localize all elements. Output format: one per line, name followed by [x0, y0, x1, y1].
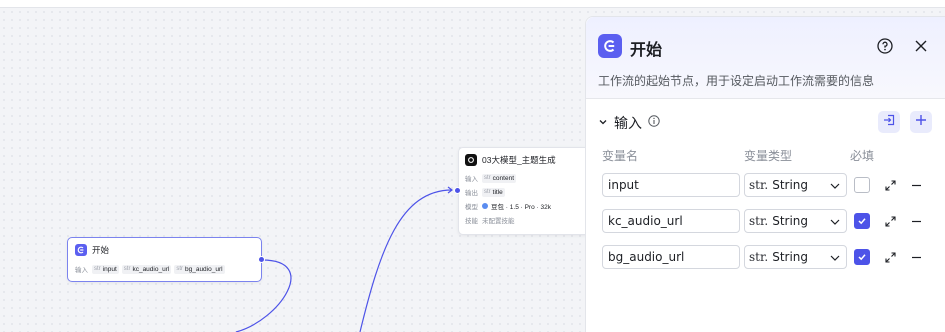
variable-name-input[interactable]: bg_audio_url — [602, 245, 740, 269]
column-header-name: 变量名 — [602, 149, 639, 163]
column-header-type: 变量类型 — [744, 149, 793, 163]
node-config-panel: 开始 工作流的起始节点，用于设定启动工作流需要的信息 输入 变量名 变量类型 必… — [585, 16, 945, 332]
variable-type-select[interactable]: str. String — [744, 173, 847, 197]
edge-to-llm — [359, 189, 453, 332]
required-checkbox[interactable] — [854, 177, 870, 193]
string-type-icon: str. — [749, 178, 769, 192]
string-type-icon: str. — [749, 250, 769, 264]
chevron-down-icon — [829, 252, 841, 267]
variable-type-select[interactable]: str. String — [744, 245, 847, 269]
chevron-down-icon — [829, 216, 841, 231]
add-variable-button[interactable] — [910, 111, 932, 133]
model-icon — [482, 203, 488, 209]
variable-type-label: String — [772, 178, 809, 192]
plus-icon — [915, 113, 927, 131]
start-node[interactable]: 开始 输入 str input str kc_audio_url str bg_aud… — [67, 237, 262, 282]
minus-icon[interactable] — [909, 250, 923, 264]
expand-icon[interactable] — [883, 250, 897, 264]
panel-header: 开始 工作流的起始节点，用于设定启动工作流需要的信息 — [586, 17, 945, 99]
start-node-output-handle[interactable] — [258, 256, 265, 263]
panel-description: 工作流的起始节点，用于设定启动工作流需要的信息 — [598, 74, 875, 88]
string-type-icon: str. — [749, 214, 769, 228]
column-header-required: 必填 — [850, 149, 875, 163]
start-node-chip: str input — [92, 264, 119, 274]
llm-row-label: 输出 — [465, 190, 478, 197]
minus-icon[interactable] — [909, 178, 923, 192]
import-button[interactable] — [878, 111, 900, 133]
info-icon[interactable] — [648, 114, 660, 132]
llm-skill-value: 未配置技能 — [482, 218, 515, 225]
llm-input-chip: str content — [482, 173, 516, 183]
start-node-chip: str bg_audio_url — [174, 264, 225, 274]
llm-row-label: 输入 — [465, 176, 478, 183]
workflow-start-icon — [598, 34, 622, 58]
llm-model-value: 豆包 · 1.5 · Pro · 32k — [491, 204, 551, 211]
variable-type-select[interactable]: str. String — [744, 209, 847, 233]
start-node-chip: str kc_audio_url — [121, 264, 172, 274]
variable-name-input[interactable]: kc_audio_url — [602, 209, 740, 233]
required-checkbox[interactable] — [854, 249, 870, 265]
chevron-down-icon[interactable] — [598, 114, 608, 132]
required-checkbox[interactable] — [854, 213, 870, 229]
input-section-title: 输入 — [614, 115, 642, 131]
workflow-start-icon — [75, 244, 87, 256]
expand-icon[interactable] — [883, 178, 897, 192]
chevron-down-icon — [829, 180, 841, 195]
variable-type-label: String — [772, 214, 809, 228]
variable-row: kc_audio_url str. String — [602, 209, 932, 233]
import-icon — [883, 113, 895, 131]
llm-node-input-handle[interactable] — [454, 187, 461, 194]
panel-title: 开始 — [630, 42, 663, 59]
check-icon — [858, 254, 866, 261]
variable-name-input[interactable]: input — [602, 173, 740, 197]
llm-row-label: 模型 — [465, 204, 478, 211]
expand-icon[interactable] — [883, 214, 897, 228]
help-icon[interactable] — [876, 37, 894, 55]
input-section-header[interactable]: 输入 — [598, 113, 660, 133]
llm-row-label: 技能 — [465, 218, 478, 225]
minus-icon[interactable] — [909, 214, 923, 228]
check-icon — [858, 218, 866, 225]
start-node-input-label: 输入 — [75, 267, 88, 274]
llm-output-chip: str title — [482, 187, 505, 197]
close-icon[interactable] — [912, 37, 930, 55]
llm-node[interactable]: 03大模型_主题生成 输入 str content 输出 str title 模型 … — [458, 147, 588, 235]
variable-row: input str. String — [602, 173, 932, 197]
variable-type-label: String — [772, 250, 809, 264]
llm-icon — [465, 154, 477, 166]
start-node-title: 开始 — [92, 245, 110, 255]
llm-node-title: 03大模型_主题生成 — [482, 155, 556, 165]
variable-row: bg_audio_url str. String — [602, 245, 932, 269]
